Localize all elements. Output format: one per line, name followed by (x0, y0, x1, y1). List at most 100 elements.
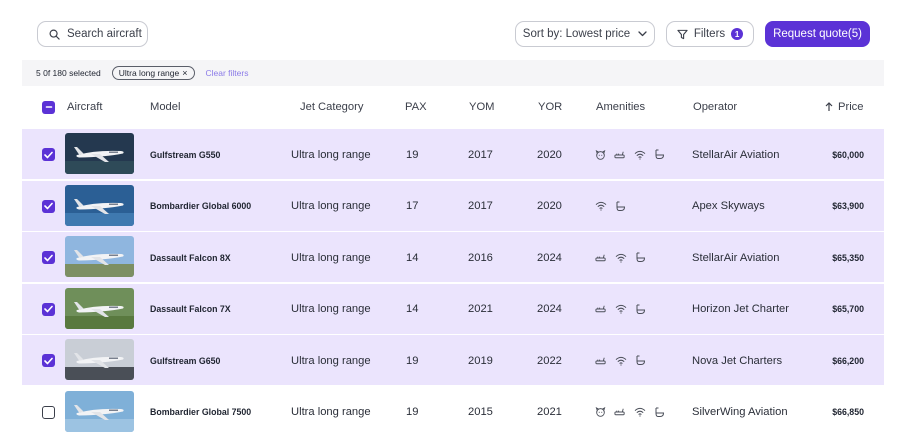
row-checkbox[interactable] (42, 405, 55, 419)
lavatory-icon (615, 201, 626, 212)
search-input[interactable] (67, 28, 142, 40)
row-price: $66,850 (832, 407, 864, 417)
row-yom: 2016 (468, 251, 493, 264)
row-operator: StellarAir Aviation (692, 148, 780, 161)
wifi-icon (615, 304, 627, 314)
row-checkbox[interactable] (42, 302, 55, 316)
table-row[interactable]: Gulfstream G550 Ultra long range 19 2017 202… (22, 128, 884, 179)
filters-button[interactable]: Filters 1 (666, 21, 754, 47)
header-price-label: Price (838, 101, 864, 113)
row-pax: 19 (406, 148, 419, 161)
table-row[interactable]: Dassault Falcon 8X Ultra long range 14 2016… (22, 231, 884, 282)
row-category: Ultra long range (291, 200, 371, 212)
table-header: Aircraft Model Jet Category PAX YOM YOR … (22, 86, 884, 128)
row-checkbox[interactable] (42, 354, 55, 367)
row-model: Gulfstream G550 (150, 149, 221, 160)
row-operator: Nova Jet Charters (692, 354, 783, 367)
wifi-icon (634, 407, 646, 417)
header-operator[interactable]: Operator (693, 86, 737, 128)
lavatory-icon (635, 304, 646, 315)
row-operator: StellarAir Aviation (692, 251, 780, 264)
table-row[interactable]: Dassault Falcon 7X Ultra long range 14 2021… (22, 282, 884, 335)
clear-filters-link[interactable]: Clear filters (206, 68, 249, 78)
check-icon (44, 357, 53, 364)
seat-icon (595, 253, 607, 263)
pet-icon (595, 149, 606, 160)
row-price: $65,350 (832, 252, 864, 263)
header-yom[interactable]: YOM (469, 86, 494, 128)
arrow-up-icon (825, 102, 833, 111)
row-model: Bombardier Global 6000 (150, 201, 252, 211)
aircraft-results-panel: Sort by: Lowest price Filters 1 Request … (22, 0, 884, 435)
row-price: $63,900 (832, 201, 864, 211)
filters-label: Filters (693, 28, 726, 40)
header-category[interactable]: Jet Category (300, 86, 363, 128)
row-yom: 2021 (468, 303, 493, 315)
row-yor: 2024 (537, 303, 562, 315)
minus-icon (45, 106, 52, 108)
aircraft-thumbnail (65, 339, 134, 380)
row-yor: 2020 (537, 200, 562, 212)
row-operator: SilverWing Aviation (692, 406, 788, 418)
row-yom: 2017 (468, 148, 493, 161)
row-amenities (595, 181, 626, 232)
search-icon (49, 29, 60, 40)
table-row[interactable]: Bombardier Global 7500 Ultra long range 19… (22, 385, 884, 435)
header-price[interactable]: Price (825, 86, 864, 128)
check-icon (44, 254, 53, 261)
table-row[interactable]: Gulfstream G650 Ultra long range 19 2019 202… (22, 334, 884, 385)
select-all-checkbox[interactable] (42, 100, 55, 114)
filters-count-badge: 1 (731, 28, 744, 40)
header-amenities[interactable]: Amenities (596, 86, 645, 128)
aircraft-thumbnail (65, 236, 134, 277)
row-amenities (595, 387, 665, 435)
row-operator: Apex Skyways (692, 200, 765, 212)
filter-chip[interactable]: Ultra long range × (111, 66, 195, 80)
lavatory-icon (654, 149, 665, 160)
row-amenities (595, 129, 665, 180)
row-amenities (595, 232, 646, 283)
lavatory-icon (654, 407, 665, 418)
row-pax: 17 (406, 200, 419, 212)
row-price: $65,700 (832, 304, 864, 314)
aircraft-thumbnail (65, 287, 134, 329)
check-icon (44, 151, 53, 158)
row-category: Ultra long range (291, 303, 371, 315)
row-price: $66,200 (832, 355, 864, 366)
header-pax[interactable]: PAX (405, 86, 427, 128)
lavatory-icon (635, 252, 646, 263)
header-yor[interactable]: YOR (538, 86, 562, 128)
row-checkbox[interactable] (42, 148, 55, 161)
row-checkbox[interactable] (42, 199, 55, 213)
request-quote-button[interactable]: Request quote(5) (765, 21, 870, 47)
row-operator: Horizon Jet Charter (692, 303, 789, 315)
row-yom: 2015 (468, 406, 493, 418)
sort-dropdown[interactable]: Sort by: Lowest price (515, 21, 655, 47)
aircraft-thumbnail (65, 133, 134, 174)
row-yor: 2022 (537, 354, 562, 367)
row-category: Ultra long range (291, 406, 371, 418)
aircraft-thumbnail (65, 390, 134, 432)
seat-icon (614, 407, 626, 417)
header-model[interactable]: Model (150, 86, 180, 128)
lavatory-icon (635, 355, 646, 366)
pet-icon (595, 407, 606, 417)
row-model: Gulfstream G650 (150, 355, 221, 366)
row-pax: 19 (406, 406, 419, 418)
seat-icon (595, 356, 607, 366)
row-checkbox[interactable] (42, 251, 55, 264)
row-model: Dassault Falcon 8X (150, 252, 231, 263)
row-price: $60,000 (832, 149, 864, 160)
row-pax: 19 (406, 354, 419, 367)
row-pax: 14 (406, 251, 419, 264)
row-amenities (595, 284, 646, 335)
row-yor: 2024 (537, 251, 562, 264)
table-row[interactable]: Bombardier Global 6000 Ultra long range 17… (22, 179, 884, 232)
search-box[interactable] (37, 21, 148, 47)
wifi-icon (615, 356, 627, 366)
row-model: Bombardier Global 7500 (150, 407, 252, 417)
close-icon[interactable]: × (182, 68, 187, 78)
row-pax: 14 (406, 303, 419, 315)
row-category: Ultra long range (291, 354, 371, 367)
header-aircraft[interactable]: Aircraft (67, 86, 102, 128)
